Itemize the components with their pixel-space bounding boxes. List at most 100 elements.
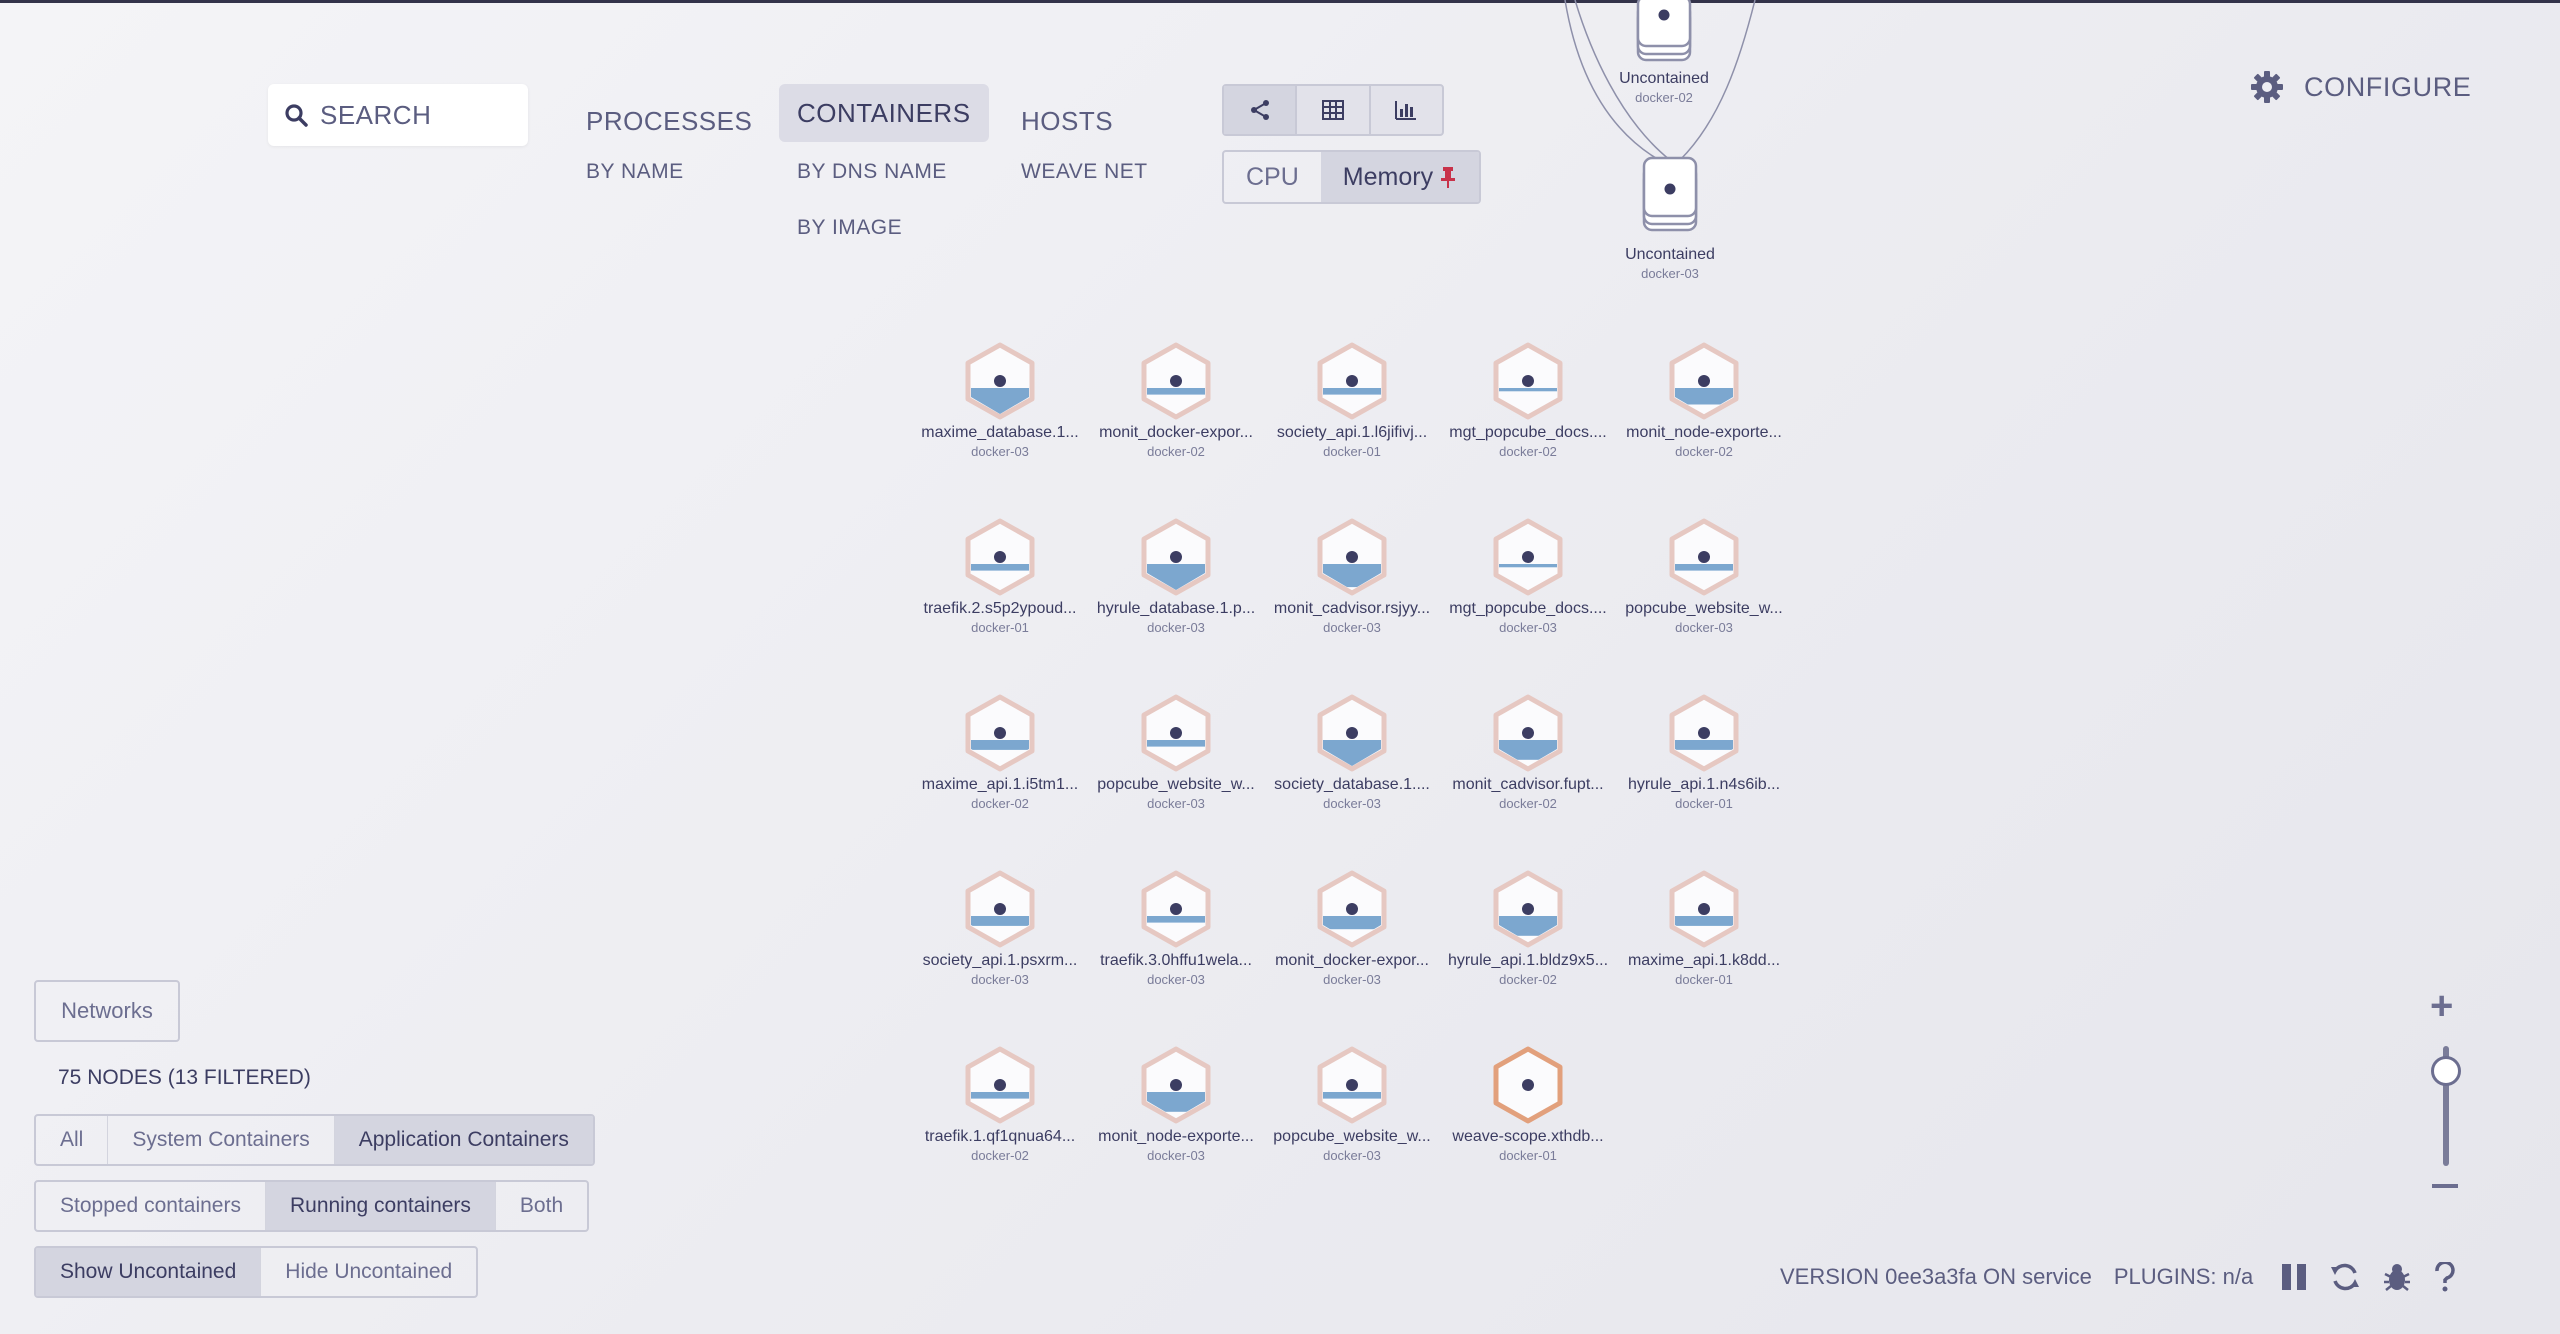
uncontained-host: docker-02 bbox=[1635, 90, 1693, 105]
pause-icon[interactable] bbox=[2279, 1262, 2309, 1292]
container-node-host: docker-02 bbox=[971, 1148, 1029, 1163]
node-center-dot bbox=[1346, 1079, 1358, 1091]
container-node[interactable]: traefik.2.s5p2ypoud... docker-01 bbox=[910, 518, 1090, 635]
node-center-dot bbox=[1698, 903, 1710, 915]
memory-fill bbox=[1499, 388, 1557, 392]
container-node[interactable]: traefik.1.qf1qnua64... docker-02 bbox=[910, 1046, 1090, 1163]
container-node[interactable]: weave-scope.xthdb... docker-01 bbox=[1438, 1046, 1618, 1163]
container-node-label: society_api.1.l6jifivj... bbox=[1276, 424, 1428, 441]
filter-stopped-containers[interactable]: Stopped containers bbox=[36, 1182, 266, 1230]
container-hexagon-icon bbox=[1317, 870, 1387, 948]
container-node-label: mgt_popcube_docs.... bbox=[1449, 424, 1607, 441]
filter-system-containers[interactable]: System Containers bbox=[108, 1116, 335, 1164]
container-node[interactable]: mgt_popcube_docs.... docker-02 bbox=[1438, 342, 1618, 459]
container-hexagon-icon bbox=[1317, 694, 1387, 772]
container-node-host: docker-01 bbox=[1675, 796, 1733, 811]
container-node[interactable]: mgt_popcube_docs.... docker-03 bbox=[1438, 518, 1618, 635]
footer-bar: VERSION 0ee3a3fa ON service PLUGINS: n/a bbox=[1760, 1248, 2458, 1306]
refresh-icon[interactable] bbox=[2329, 1261, 2361, 1293]
container-node[interactable]: monit_node-exporte... docker-02 bbox=[1614, 342, 1794, 459]
uncontained-label: Uncontained bbox=[1619, 70, 1709, 87]
container-node-host: docker-02 bbox=[1675, 444, 1733, 459]
node-center-dot bbox=[994, 375, 1006, 387]
container-node[interactable]: society_api.1.l6jifivj... docker-01 bbox=[1262, 342, 1442, 459]
node-center-dot bbox=[1698, 551, 1710, 563]
filter-show-uncontained[interactable]: Show Uncontained bbox=[36, 1248, 262, 1296]
uncontained-host: docker-03 bbox=[1641, 266, 1699, 281]
container-node[interactable]: monit_cadvisor.rsjyy... docker-03 bbox=[1262, 518, 1442, 635]
configure-button[interactable]: CONFIGURE bbox=[2250, 70, 2471, 104]
container-hexagon-icon bbox=[1317, 518, 1387, 596]
container-node[interactable]: monit_docker-expor... docker-03 bbox=[1262, 870, 1442, 987]
memory-fill bbox=[1147, 740, 1205, 747]
tab-containers-by-image[interactable]: BY IMAGE bbox=[797, 216, 902, 240]
container-node-label: monit_docker-expor... bbox=[1275, 952, 1429, 969]
filter-hide-uncontained[interactable]: Hide Uncontained bbox=[261, 1248, 476, 1296]
uncontained-node[interactable]: Uncontained docker-02 bbox=[1574, 0, 1754, 105]
container-node[interactable]: monit_docker-expor... docker-02 bbox=[1086, 342, 1266, 459]
container-hexagon-icon bbox=[1669, 342, 1739, 420]
container-node[interactable]: hyrule_api.1.bldz9x5... docker-02 bbox=[1438, 870, 1618, 987]
table-view-button[interactable] bbox=[1297, 86, 1371, 134]
container-node[interactable]: monit_cadvisor.fupt... docker-02 bbox=[1438, 694, 1618, 811]
uncontained-label: Uncontained bbox=[1625, 246, 1715, 263]
container-node-host: docker-03 bbox=[1323, 1148, 1381, 1163]
container-hexagon-icon bbox=[1669, 694, 1739, 772]
plugins-text: PLUGINS: n/a bbox=[2113, 1264, 2254, 1289]
container-node[interactable]: society_database.1.... docker-03 bbox=[1262, 694, 1442, 811]
graph-view-button[interactable] bbox=[1224, 86, 1298, 134]
tab-containers-by-dns-name[interactable]: BY DNS NAME bbox=[797, 160, 947, 184]
container-node[interactable]: traefik.3.0hffu1wela... docker-03 bbox=[1086, 870, 1266, 987]
resources-view-button[interactable] bbox=[1371, 86, 1442, 134]
container-node[interactable]: popcube_website_w... docker-03 bbox=[1262, 1046, 1442, 1163]
filter-all[interactable]: All bbox=[36, 1116, 109, 1164]
container-node[interactable]: monit_node-exporte... docker-03 bbox=[1086, 1046, 1266, 1163]
memory-fill bbox=[971, 740, 1029, 750]
search-placeholder[interactable]: SEARCH bbox=[320, 100, 431, 131]
top-border bbox=[0, 0, 2560, 3]
container-node[interactable]: hyrule_api.1.n4s6ib... docker-01 bbox=[1614, 694, 1794, 811]
uncontained-stack-icon bbox=[1642, 156, 1698, 232]
container-hexagon-icon bbox=[965, 342, 1035, 420]
networks-button[interactable]: Networks bbox=[34, 980, 180, 1042]
tab-processes-by-name[interactable]: BY NAME bbox=[586, 160, 684, 184]
container-node[interactable]: popcube_website_w... docker-03 bbox=[1614, 518, 1794, 635]
zoom-out-button[interactable] bbox=[2432, 1184, 2458, 1188]
metric-memory[interactable]: Memory bbox=[1320, 152, 1480, 202]
search-box[interactable]: SEARCH bbox=[268, 84, 528, 146]
tab-hosts-weave-net[interactable]: WEAVE NET bbox=[1021, 160, 1148, 184]
container-node[interactable]: maxime_api.1.i5tm1... docker-02 bbox=[910, 694, 1090, 811]
configure-label: CONFIGURE bbox=[2304, 71, 2472, 102]
zoom-in-button[interactable]: + bbox=[2430, 984, 2453, 1029]
container-hexagon-icon bbox=[1141, 518, 1211, 596]
container-node[interactable]: maxime_api.1.k8dd... docker-01 bbox=[1614, 870, 1794, 987]
container-node-label: maxime_api.1.i5tm1... bbox=[921, 776, 1079, 793]
memory-fill bbox=[1147, 916, 1205, 923]
tab-containers[interactable]: CONTAINERS bbox=[779, 84, 989, 142]
filter-running-containers[interactable]: Running containers bbox=[265, 1182, 496, 1230]
uncontained-filter: Show Uncontained Hide Uncontained bbox=[34, 1246, 479, 1298]
filter-both[interactable]: Both bbox=[496, 1182, 587, 1230]
node-center-dot bbox=[1346, 551, 1358, 563]
container-hexagon-icon bbox=[1493, 870, 1563, 948]
metric-cpu[interactable]: CPU bbox=[1224, 152, 1321, 202]
metric-memory-label: Memory bbox=[1342, 162, 1434, 191]
tab-processes[interactable]: PROCESSES bbox=[568, 92, 770, 151]
container-node-label: maxime_database.1... bbox=[921, 424, 1079, 441]
container-node-host: docker-01 bbox=[1323, 444, 1381, 459]
container-node-label: mgt_popcube_docs.... bbox=[1449, 600, 1607, 617]
container-node-label: traefik.2.s5p2ypoud... bbox=[923, 600, 1077, 617]
container-node[interactable]: society_api.1.psxrm... docker-03 bbox=[910, 870, 1090, 987]
help-icon[interactable] bbox=[2433, 1262, 2457, 1292]
container-hexagon-icon bbox=[1493, 342, 1563, 420]
table-icon bbox=[1321, 100, 1344, 120]
uncontained-node[interactable]: Uncontained docker-03 bbox=[1580, 150, 1760, 281]
zoom-slider-handle[interactable] bbox=[2431, 1056, 2461, 1086]
tab-hosts[interactable]: HOSTS bbox=[1003, 92, 1131, 151]
container-node[interactable]: maxime_database.1... docker-03 bbox=[910, 342, 1090, 459]
bug-icon[interactable] bbox=[2381, 1261, 2413, 1293]
container-node[interactable]: hyrule_database.1.p... docker-03 bbox=[1086, 518, 1266, 635]
view-mode-selector bbox=[1222, 84, 1444, 136]
container-node[interactable]: popcube_website_w... docker-03 bbox=[1086, 694, 1266, 811]
filter-application-containers[interactable]: Application Containers bbox=[334, 1116, 593, 1164]
